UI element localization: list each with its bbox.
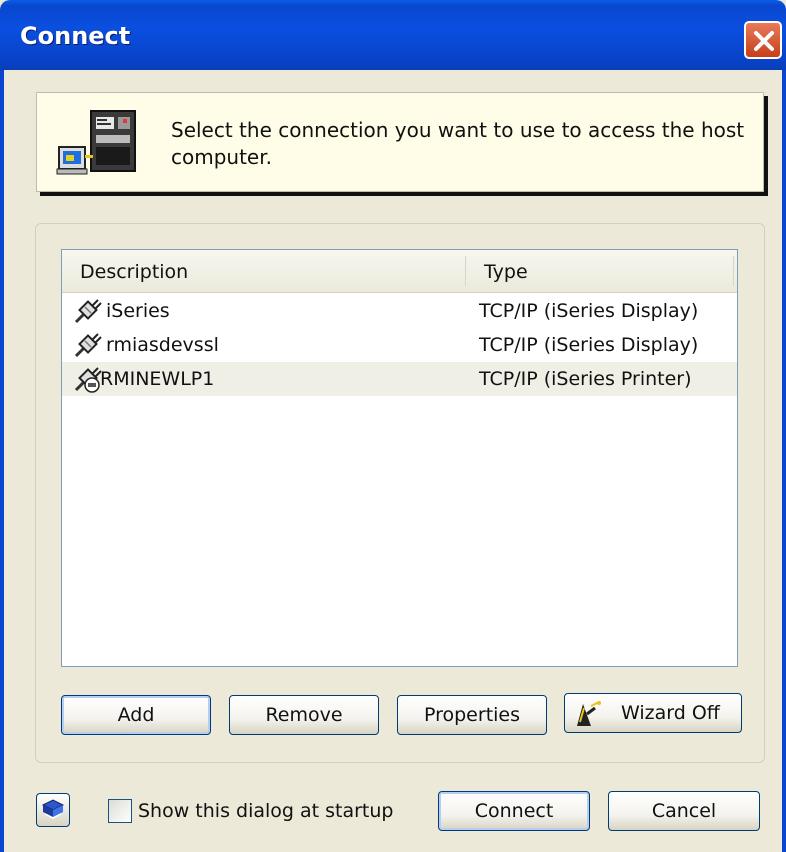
cancel-button[interactable]: Cancel bbox=[608, 791, 760, 831]
connection-list[interactable]: Description Type iSeries TCP/IP (iSeries… bbox=[61, 249, 738, 667]
window-title: Connect bbox=[20, 22, 131, 50]
wizard-off-label: Wizard Off bbox=[621, 702, 720, 724]
list-item[interactable]: rmiasdevssl TCP/IP (iSeries Display) bbox=[62, 328, 737, 362]
help-button[interactable] bbox=[36, 793, 70, 827]
row-description: rmiasdevssl bbox=[106, 334, 219, 356]
plug-icon bbox=[74, 333, 102, 358]
host-computer-icon bbox=[56, 110, 136, 175]
plug-icon bbox=[74, 299, 102, 324]
row-description: RMINEWLP1 bbox=[100, 368, 215, 390]
show-at-startup-label[interactable]: Show this dialog at startup bbox=[138, 798, 394, 824]
title-bar[interactable]: Connect bbox=[0, 0, 786, 70]
column-separator[interactable] bbox=[733, 256, 735, 286]
close-button[interactable] bbox=[744, 21, 782, 59]
list-item[interactable]: RMINEWLP1 TCP/IP (iSeries Printer) bbox=[62, 362, 737, 396]
help-book-icon bbox=[41, 799, 65, 819]
wizard-icon bbox=[577, 701, 601, 726]
list-item[interactable]: iSeries TCP/IP (iSeries Display) bbox=[62, 294, 737, 328]
properties-button[interactable]: Properties bbox=[397, 695, 547, 735]
row-type: TCP/IP (iSeries Display) bbox=[479, 334, 699, 356]
banner-text: Select the connection you want to use to… bbox=[171, 118, 745, 169]
column-header-type[interactable]: Type bbox=[466, 250, 734, 292]
list-header: Description Type bbox=[62, 250, 737, 293]
column-header-description[interactable]: Description bbox=[62, 250, 465, 292]
show-at-startup-checkbox[interactable] bbox=[108, 799, 132, 823]
close-icon bbox=[754, 31, 774, 51]
window-frame-left bbox=[0, 70, 4, 852]
add-button[interactable]: Add bbox=[61, 695, 211, 735]
row-description: iSeries bbox=[106, 300, 170, 322]
remove-button[interactable]: Remove bbox=[229, 695, 379, 735]
connect-button[interactable]: Connect bbox=[438, 791, 590, 831]
window-frame-right bbox=[782, 70, 786, 852]
row-type: TCP/IP (iSeries Display) bbox=[479, 300, 699, 322]
wizard-off-button[interactable]: Wizard Off bbox=[564, 693, 742, 733]
row-type: TCP/IP (iSeries Printer) bbox=[479, 368, 692, 390]
info-banner: Select the connection you want to use to… bbox=[36, 92, 764, 192]
